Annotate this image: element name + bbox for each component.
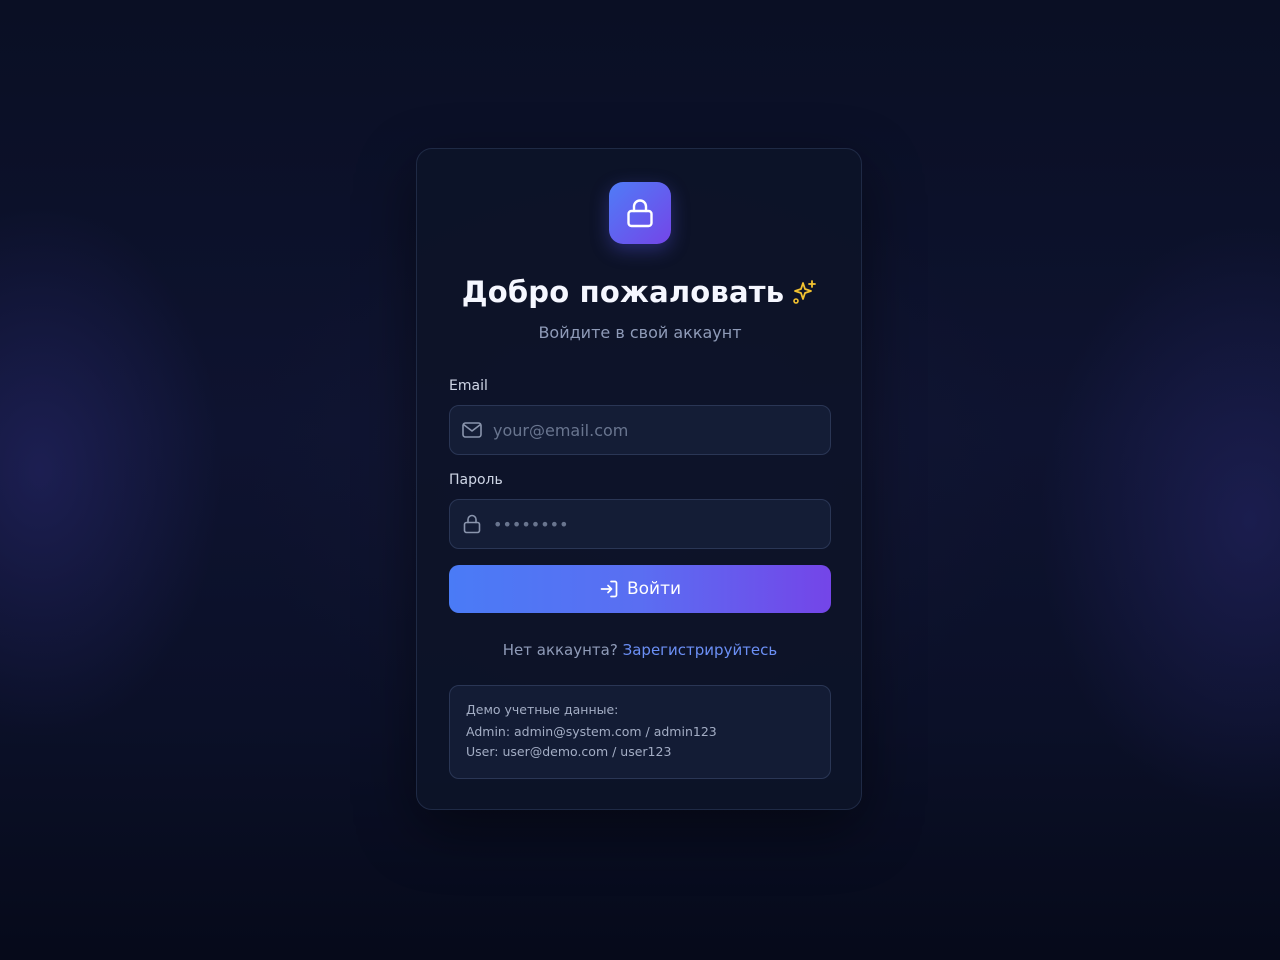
email-field[interactable] bbox=[449, 405, 831, 455]
log-in-icon bbox=[600, 580, 618, 598]
login-card: Добро пожаловать Войдите в свой аккаунт … bbox=[416, 148, 862, 810]
password-label: Пароль bbox=[449, 472, 503, 488]
page-subtitle: Войдите в свой аккаунт bbox=[538, 323, 742, 342]
signup-prompt: Нет аккаунта? Зарегистрируйтесь bbox=[417, 641, 863, 659]
page-title: Добро пожаловать bbox=[461, 275, 785, 309]
logo-badge bbox=[609, 182, 671, 244]
email-label: Email bbox=[449, 378, 488, 394]
login-button[interactable]: Войти bbox=[449, 565, 831, 613]
signup-prompt-text: Нет аккаунта? bbox=[502, 641, 618, 659]
sparkles-icon bbox=[793, 280, 817, 304]
login-button-label: Войти bbox=[626, 579, 682, 599]
mail-icon bbox=[461, 419, 483, 441]
lock-icon bbox=[627, 199, 653, 228]
signup-link[interactable]: Зарегистрируйтесь bbox=[623, 641, 778, 659]
lock-icon bbox=[461, 513, 483, 535]
demo-user: User: user@demo.com / user123 bbox=[466, 744, 672, 759]
email-input[interactable] bbox=[491, 419, 818, 441]
password-input[interactable] bbox=[491, 513, 818, 535]
demo-heading: Демо учетные данные: bbox=[466, 702, 619, 717]
demo-admin: Admin: admin@system.com / admin123 bbox=[466, 724, 717, 739]
title-row: Добро пожаловать bbox=[417, 275, 863, 309]
demo-credentials: Демо учетные данные: Admin: admin@system… bbox=[449, 685, 831, 779]
password-field[interactable] bbox=[449, 499, 831, 549]
